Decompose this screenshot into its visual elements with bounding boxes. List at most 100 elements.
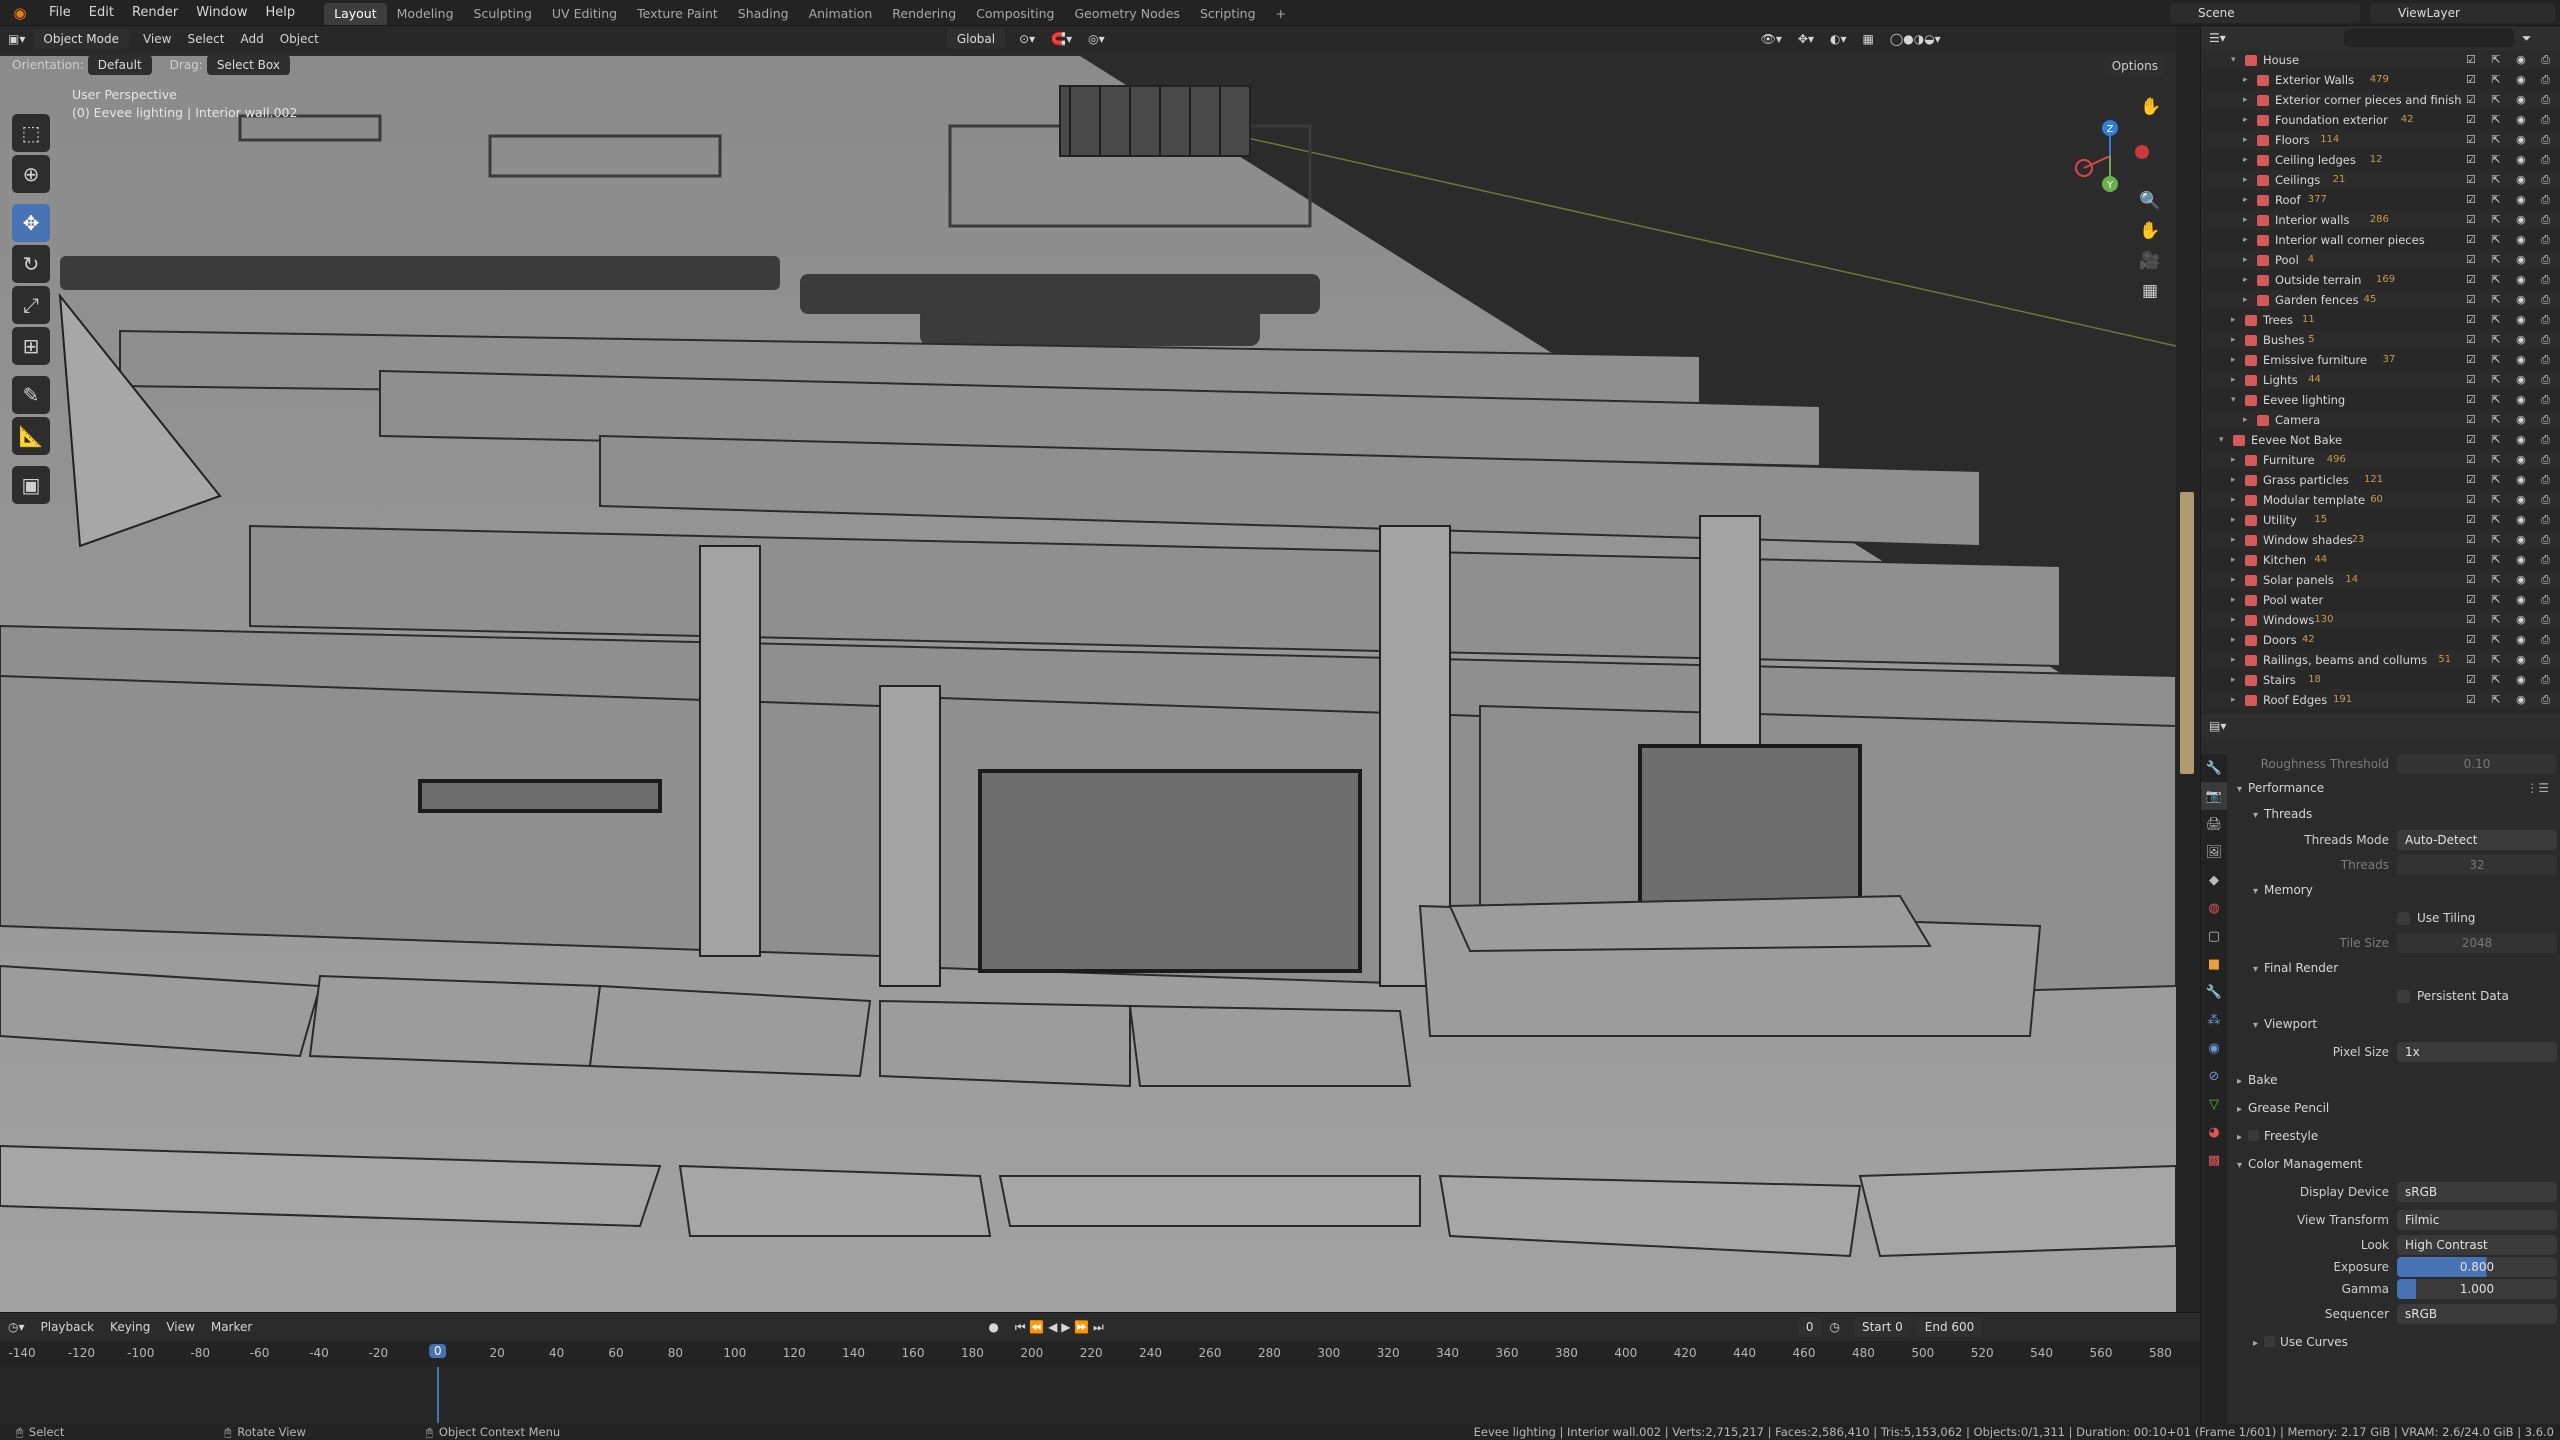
scale-tool-icon[interactable]: ⤢ — [12, 286, 50, 324]
bake-panel-header[interactable]: ▸ Bake — [2227, 1066, 2560, 1094]
visibility-toggles-icon[interactable]: ☑ ⇱ ◉ ⎙ — [2466, 70, 2556, 90]
menu-view[interactable]: View — [135, 28, 179, 50]
chevron-right-icon[interactable]: ▸ — [2231, 490, 2236, 510]
outliner-row[interactable]: ▸ Windows 130 ☑ ⇱ ◉ ⎙ — [2201, 610, 2560, 630]
chevron-right-icon[interactable]: ▸ — [2231, 610, 2236, 630]
measure-tool-icon[interactable]: 📐 — [12, 417, 50, 455]
properties-editor-icon[interactable]: ▤▾ — [2201, 715, 2234, 737]
outliner-row[interactable]: ▸ Ceiling ledges 12 ☑ ⇱ ◉ ⎙ — [2201, 150, 2560, 170]
chevron-right-icon[interactable]: ▸ — [2231, 310, 2236, 330]
viewport-subpanel-header[interactable]: ▾ Viewport — [2227, 1010, 2560, 1038]
viewport-sidebar-strip[interactable] — [2176, 26, 2200, 1312]
final-render-subpanel-header[interactable]: ▾ Final Render — [2227, 954, 2560, 982]
transform-orientation-dropdown[interactable]: Global — [946, 29, 1006, 49]
visibility-toggles-icon[interactable]: ☑ ⇱ ◉ ⎙ — [2466, 590, 2556, 610]
visibility-toggles-icon[interactable]: ☑ ⇱ ◉ ⎙ — [2466, 410, 2556, 430]
outliner-row[interactable]: ▸ Utility 15 ☑ ⇱ ◉ ⎙ — [2201, 510, 2560, 530]
add-workspace-icon[interactable]: + — [1266, 3, 1296, 25]
world-tab-icon[interactable]: ◍ — [2201, 894, 2227, 922]
menu-view-timeline[interactable]: View — [158, 1316, 202, 1338]
outliner-search-input[interactable] — [2343, 29, 2514, 47]
output-tab-icon[interactable]: 🖨 — [2201, 810, 2227, 838]
outliner-row[interactable]: ▸ Garden fences 45 ☑ ⇱ ◉ ⎙ — [2201, 290, 2560, 310]
texture-tab-icon[interactable]: ▩ — [2201, 1146, 2227, 1174]
tile-size-field[interactable]: 2048 — [2397, 933, 2557, 953]
visibility-toggles-icon[interactable]: ☑ ⇱ ◉ ⎙ — [2466, 130, 2556, 150]
outliner-row[interactable]: ▸ Exterior Walls 479 ☑ ⇱ ◉ ⎙ — [2201, 70, 2560, 90]
outliner-row[interactable]: ▸ Kitchen 44 ☑ ⇱ ◉ ⎙ — [2201, 550, 2560, 570]
outliner-row[interactable]: ▸ Outside terrain 169 ☑ ⇱ ◉ ⎙ — [2201, 270, 2560, 290]
persistent-data-checkbox[interactable] — [2397, 990, 2410, 1003]
list-icon[interactable]: ⋮☰ — [2526, 774, 2549, 802]
view-layer-tab-icon[interactable]: 🖼 — [2201, 838, 2227, 866]
chevron-right-icon[interactable]: ▸ — [2231, 550, 2236, 570]
outliner-editor-icon[interactable]: ☰▾ — [2201, 27, 2234, 49]
use-tiling-checkbox[interactable] — [2397, 912, 2410, 925]
outliner[interactable]: ☰▾ ⏷ ▾ House ☑ ⇱ ◉ ⎙ ▸ Exterior Walls 479 ☑ ⇱ … — [2200, 26, 2560, 714]
visibility-toggles-icon[interactable]: ☑ ⇱ ◉ ⎙ — [2466, 530, 2556, 550]
tab-geometry-nodes[interactable]: Geometry Nodes — [1065, 3, 1190, 25]
menu-marker[interactable]: Marker — [203, 1316, 260, 1338]
drag-dropdown[interactable]: Select Box — [206, 55, 290, 75]
visibility-toggles-icon[interactable]: ☑ ⇱ ◉ ⎙ — [2466, 150, 2556, 170]
outliner-row[interactable]: ▾ Eevee lighting ☑ ⇱ ◉ ⎙ — [2201, 390, 2560, 410]
playback-controls-icon[interactable]: ⏮ ⏪ ◀ ▶ ⏩ ⏭ — [1007, 1316, 1112, 1338]
roughness-threshold-field[interactable]: 0.10 — [2397, 754, 2557, 774]
chevron-right-icon[interactable]: ▸ — [2243, 90, 2248, 110]
outliner-row[interactable]: ▸ Roof Edges 191 ☑ ⇱ ◉ ⎙ — [2201, 690, 2560, 710]
chevron-right-icon[interactable]: ▸ — [2243, 170, 2248, 190]
add-cube-tool-icon[interactable]: ▣ — [12, 466, 50, 504]
memory-subpanel-header[interactable]: ▾ Memory — [2227, 876, 2560, 904]
visibility-toggles-icon[interactable]: ☑ ⇱ ◉ ⎙ — [2466, 570, 2556, 590]
visibility-toggles-icon[interactable]: ☑ ⇱ ◉ ⎙ — [2466, 510, 2556, 530]
timeline-ruler[interactable]: -140 -120 -100 -80 -60 -40 -20 0 20 40 60 80 100 120 1… — [0, 1341, 2200, 1367]
threads-mode-dropdown[interactable]: Auto-Detect — [2397, 830, 2557, 850]
scrollbar-thumb[interactable] — [2180, 492, 2194, 774]
threads-count-field[interactable]: 32 — [2397, 855, 2557, 875]
use-curves-subpanel-header[interactable]: ▸ Use Curves — [2227, 1328, 2560, 1356]
outliner-row[interactable]: ▸ Window shades 23 ☑ ⇱ ◉ ⎙ — [2201, 530, 2560, 550]
freestyle-panel-header[interactable]: ▸ Freestyle — [2227, 1122, 2560, 1150]
chevron-right-icon[interactable]: ▸ — [2243, 110, 2248, 130]
start-frame-field[interactable]: Start 0 — [1853, 1317, 1911, 1337]
constraints-tab-icon[interactable]: ⊘ — [2201, 1062, 2227, 1090]
outliner-row[interactable]: ▾ Eevee Not Bake ☑ ⇱ ◉ ⎙ — [2201, 430, 2560, 450]
visibility-toggles-icon[interactable]: ☑ ⇱ ◉ ⎙ — [2466, 330, 2556, 350]
outliner-row[interactable]: ▸ Roof 377 ☑ ⇱ ◉ ⎙ — [2201, 190, 2560, 210]
visibility-toggles-icon[interactable]: ☑ ⇱ ◉ ⎙ — [2466, 250, 2556, 270]
ortho-grid-icon[interactable]: ▦ — [2133, 276, 2167, 306]
visibility-toggles-icon[interactable]: ☑ ⇱ ◉ ⎙ — [2466, 610, 2556, 630]
visibility-toggles-icon[interactable]: ☑ ⇱ ◉ ⎙ — [2466, 390, 2556, 410]
sequencer-dropdown[interactable]: sRGB — [2397, 1304, 2557, 1324]
menu-object[interactable]: Object — [272, 28, 327, 50]
visibility-toggles-icon[interactable]: ☑ ⇱ ◉ ⎙ — [2466, 630, 2556, 650]
scene-tab-icon[interactable]: ◆ — [2201, 866, 2227, 894]
menu-help[interactable]: Help — [257, 0, 305, 26]
material-tab-icon[interactable]: ◕ — [2201, 1118, 2227, 1146]
visibility-toggles-icon[interactable]: ☑ ⇱ ◉ ⎙ — [2466, 650, 2556, 670]
chevron-right-icon[interactable]: ▸ — [2243, 210, 2248, 230]
outliner-row[interactable]: ▸ Floors 114 ☑ ⇱ ◉ ⎙ — [2201, 130, 2560, 150]
record-icon[interactable]: ● — [980, 1316, 1006, 1338]
grease-pencil-panel-header[interactable]: ▸ Grease Pencil — [2227, 1094, 2560, 1122]
chevron-right-icon[interactable]: ▸ — [2231, 450, 2236, 470]
visibility-toggles-icon[interactable]: ☑ ⇱ ◉ ⎙ — [2466, 210, 2556, 230]
move-tool-icon[interactable]: ✥ — [12, 204, 50, 242]
menu-edit[interactable]: Edit — [80, 0, 123, 26]
tab-rendering[interactable]: Rendering — [882, 3, 966, 25]
use-curves-checkbox[interactable] — [2264, 1336, 2276, 1347]
snap-icon[interactable]: 🧲▾ — [1043, 28, 1080, 50]
chevron-right-icon[interactable]: ▸ — [2243, 230, 2248, 250]
zoom-icon[interactable]: 🔍 — [2133, 186, 2167, 216]
visibility-toggles-icon[interactable]: ☑ ⇱ ◉ ⎙ — [2466, 470, 2556, 490]
orientation-dropdown[interactable]: Default — [87, 55, 152, 75]
tab-scripting[interactable]: Scripting — [1190, 3, 1266, 25]
performance-panel-header[interactable]: ▾ Performance ⋮☰ — [2227, 774, 2560, 802]
outliner-row[interactable]: ▸ Railings, beams and collums 51 ☑ ⇱ ◉ ⎙ — [2201, 650, 2560, 670]
chevron-right-icon[interactable]: ▸ — [2243, 290, 2248, 310]
mode-dropdown[interactable]: Object Mode — [33, 29, 129, 49]
3d-viewport[interactable]: ▣▾ Object Mode View Select Add Object Gl… — [0, 26, 2176, 1312]
chevron-right-icon[interactable]: ▸ — [2231, 670, 2236, 690]
visibility-icon[interactable]: 👁▾ — [1753, 28, 1790, 50]
outliner-row[interactable]: ▸ Grass particles 121 ☑ ⇱ ◉ ⎙ — [2201, 470, 2560, 490]
